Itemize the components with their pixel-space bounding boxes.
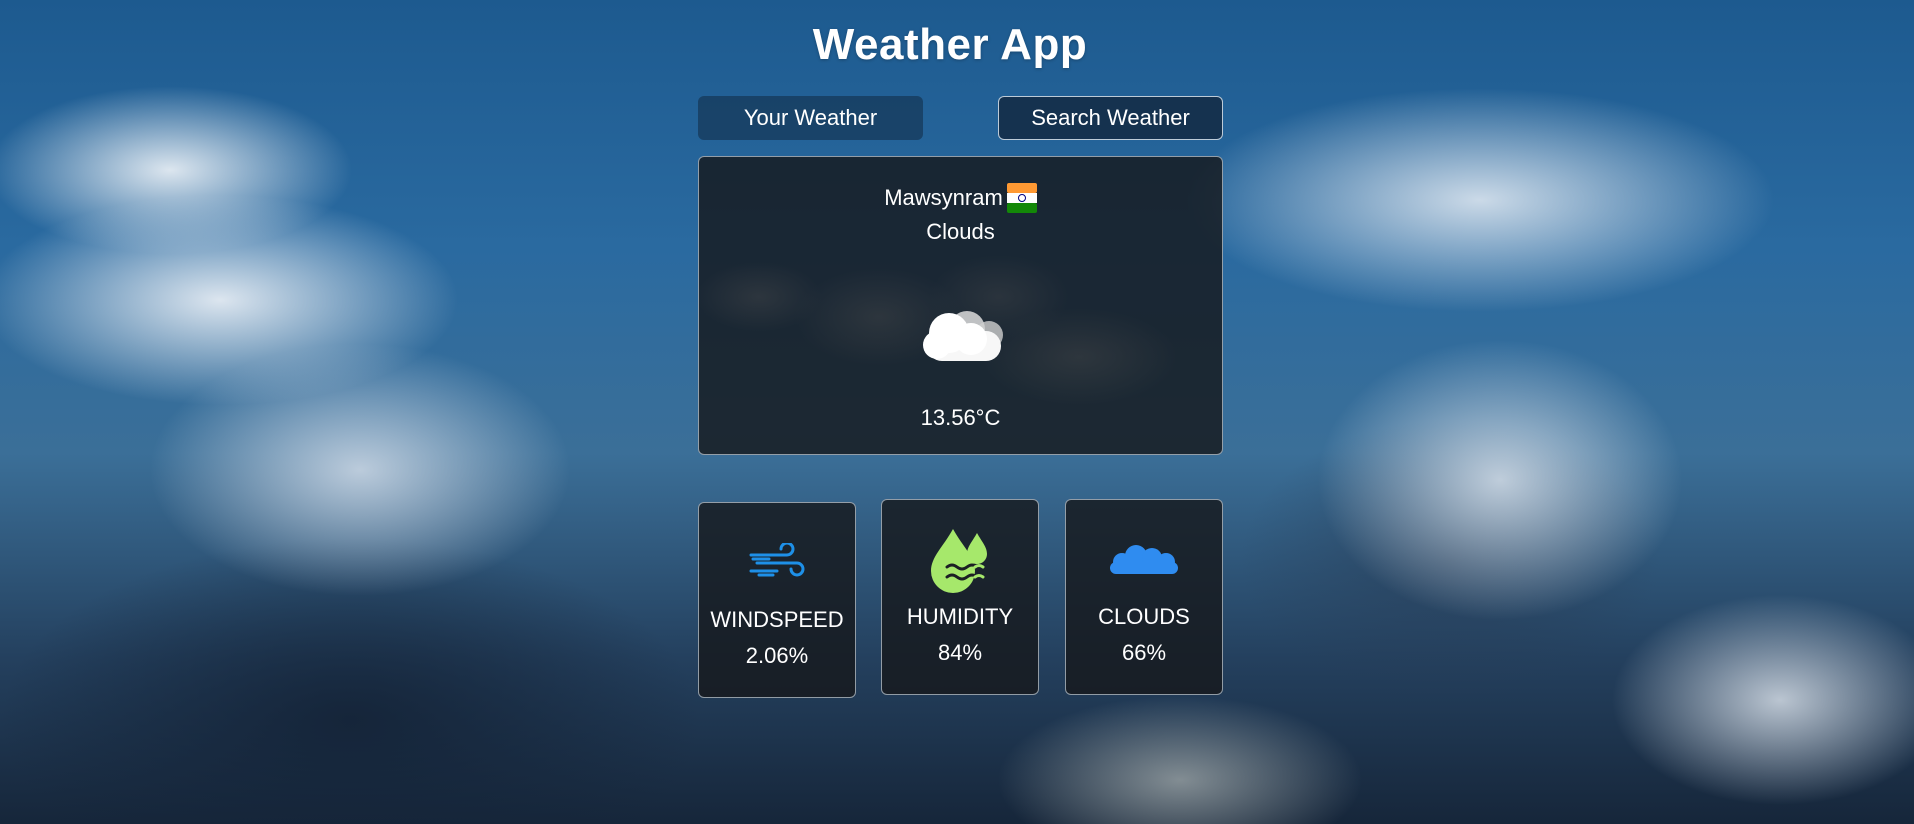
windspeed-card: WINDSPEED 2.06% [698, 502, 856, 698]
clouds-card: CLOUDS 66% [1065, 499, 1223, 695]
clouds-value: 66% [1121, 640, 1167, 665]
wind-icon [749, 543, 805, 577]
tab-search-weather[interactable]: Search Weather [998, 96, 1223, 140]
cloud-icon [1110, 545, 1178, 574]
windspeed-value: 2.06% [745, 643, 809, 668]
temperature: 13.56°C [920, 405, 1001, 430]
humidity-drops-icon [931, 529, 987, 593]
humidity-card: HUMIDITY 84% [881, 499, 1039, 695]
india-flag-icon [1006, 181, 1037, 215]
windspeed-label: WINDSPEED [710, 607, 844, 632]
clouds-label: CLOUDS [1098, 604, 1190, 629]
weather-condition: Clouds [926, 219, 995, 244]
humidity-value: 84% [937, 640, 983, 665]
location-row: Mawsynram [699, 181, 1222, 215]
cloud-icon [909, 291, 1014, 381]
humidity-label: HUMIDITY [906, 604, 1014, 629]
tab-your-weather[interactable]: Your Weather [698, 96, 923, 140]
app-title: Weather App [812, 20, 1088, 69]
current-weather-card: Mawsynram Clouds 13.56°C [698, 156, 1223, 455]
city-name: Mawsynram [884, 185, 1003, 210]
